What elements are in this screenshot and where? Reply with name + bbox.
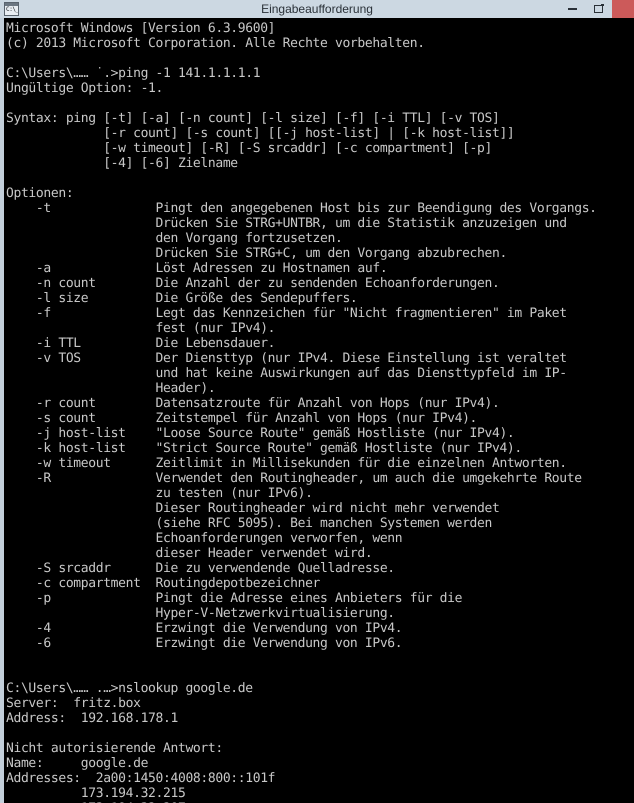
maximize-button[interactable] <box>586 0 612 18</box>
minimize-button[interactable] <box>560 0 586 18</box>
maximize-icon-tab <box>601 4 604 6</box>
console-text: Microsoft Windows [Version 6.3.9600] (c)… <box>6 21 597 803</box>
command-prompt-window: C:\_ Eingabeaufforderung Microsoft Windo… <box>0 0 634 803</box>
window-title: Eingabeaufforderung <box>261 2 373 16</box>
close-button[interactable] <box>612 0 634 18</box>
console-output-area[interactable]: Microsoft Windows [Version 6.3.9600] (c)… <box>6 18 634 803</box>
titlebar[interactable]: C:\_ Eingabeaufforderung <box>0 0 634 18</box>
maximize-icon <box>594 5 603 13</box>
minimize-icon <box>568 8 577 10</box>
